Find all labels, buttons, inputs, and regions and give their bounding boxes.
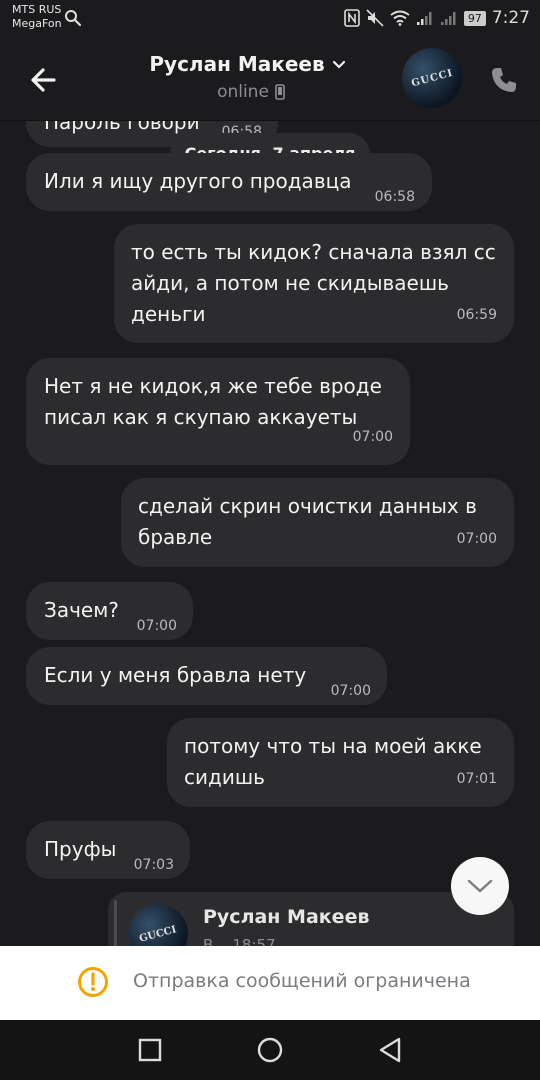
clock: 7:27 — [491, 8, 530, 28]
chevron-down-icon — [467, 879, 493, 893]
message-bubble[interactable]: сделай скрин очистки данных в бравле 07:… — [121, 478, 514, 567]
message-text: то есть ты кидок? сначала взял сс айди, … — [131, 240, 496, 326]
message-bubble[interactable]: то есть ты кидок? сначала взял сс айди, … — [114, 224, 514, 343]
phone-icon[interactable] — [488, 64, 520, 96]
system-navigation-bar — [0, 1020, 540, 1080]
chevron-down-icon — [332, 60, 345, 69]
signal-2-icon — [440, 12, 456, 25]
quote-preview: В... 18:57 — [203, 936, 276, 946]
search-icon — [65, 10, 82, 27]
message-time: 06:58 — [374, 189, 415, 205]
message-bubble[interactable]: Или я ищу другого продавца 06:58 — [26, 153, 432, 211]
contact-avatar[interactable]: GUCCI — [402, 48, 462, 108]
message-time: 07:00 — [136, 618, 177, 634]
message-text: Пруфы — [44, 837, 117, 861]
back-arrow-icon[interactable] — [26, 62, 62, 98]
signal-1-icon — [416, 12, 432, 25]
message-bubble[interactable]: потому что ты на моей акке сидишь 07:01 — [167, 718, 514, 807]
mute-icon — [366, 9, 384, 27]
message-text: Или я ищу другого продавца — [44, 169, 352, 193]
message-bubble[interactable]: Пруфы 07:03 — [26, 821, 190, 879]
chat-title-area[interactable]: Руслан Макеев online — [138, 52, 358, 102]
message-bubble[interactable]: Если у меня бравла нету 07:00 — [26, 647, 387, 705]
contact-status: online — [217, 82, 269, 102]
message-text: Если у меня бравла нету — [44, 663, 307, 687]
warning-icon — [78, 967, 108, 997]
message-time: 07:00 — [456, 531, 497, 547]
message-text: Нет я не кидок,я же тебе вроде писал как… — [44, 374, 382, 429]
message-text: Пароль говори — [44, 121, 200, 134]
battery-indicator: 97 — [463, 10, 486, 26]
message-text: сделай скрин очистки данных в бравле — [138, 494, 477, 549]
message-time: 07:00 — [330, 683, 371, 699]
message-time: 07:03 — [133, 857, 174, 873]
mobile-phone-icon — [275, 84, 285, 100]
message-bubble[interactable]: Нет я не кидок,я же тебе вроде писал как… — [26, 358, 410, 465]
message-list[interactable]: Пароль говори 06:58 Сегодня, 7 апреля Ил… — [0, 121, 540, 946]
back-icon[interactable] — [374, 1034, 406, 1066]
quote-author: Руслан Макеев — [203, 906, 370, 928]
message-bubble[interactable]: Зачем? 07:00 — [26, 582, 193, 640]
wifi-icon — [390, 10, 410, 26]
message-time: 07:00 — [352, 429, 393, 445]
carrier-2: MegaFon — [12, 17, 62, 30]
carrier-names: MTS RUS MegaFon — [12, 3, 62, 31]
chat-header: Руслан Макеев online GUCCI — [0, 40, 540, 121]
message-time: 07:01 — [456, 771, 497, 787]
message-text: потому что ты на моей акке сидишь — [184, 734, 482, 789]
restriction-text: Отправка сообщений ограничена — [133, 970, 471, 992]
status-bar: MTS RUS MegaFon 97 7:27 — [0, 0, 540, 40]
quote-bar — [114, 900, 117, 946]
status-icons: 97 7:27 — [344, 8, 530, 28]
recent-apps-icon[interactable] — [134, 1034, 166, 1066]
contact-name: Руслан Макеев — [149, 52, 325, 76]
home-icon[interactable] — [254, 1034, 286, 1066]
message-text: Зачем? — [44, 598, 119, 622]
carrier-1: MTS RUS — [12, 3, 62, 16]
restriction-banner: Отправка сообщений ограничена — [0, 946, 540, 1020]
forwarded-message-card[interactable]: GUCCI Руслан Макеев В... 18:57 — [108, 892, 514, 946]
message-time: 06:59 — [456, 307, 497, 323]
scroll-to-bottom-button[interactable] — [451, 857, 509, 915]
nfc-icon — [344, 9, 360, 27]
quote-avatar: GUCCI — [128, 904, 188, 946]
